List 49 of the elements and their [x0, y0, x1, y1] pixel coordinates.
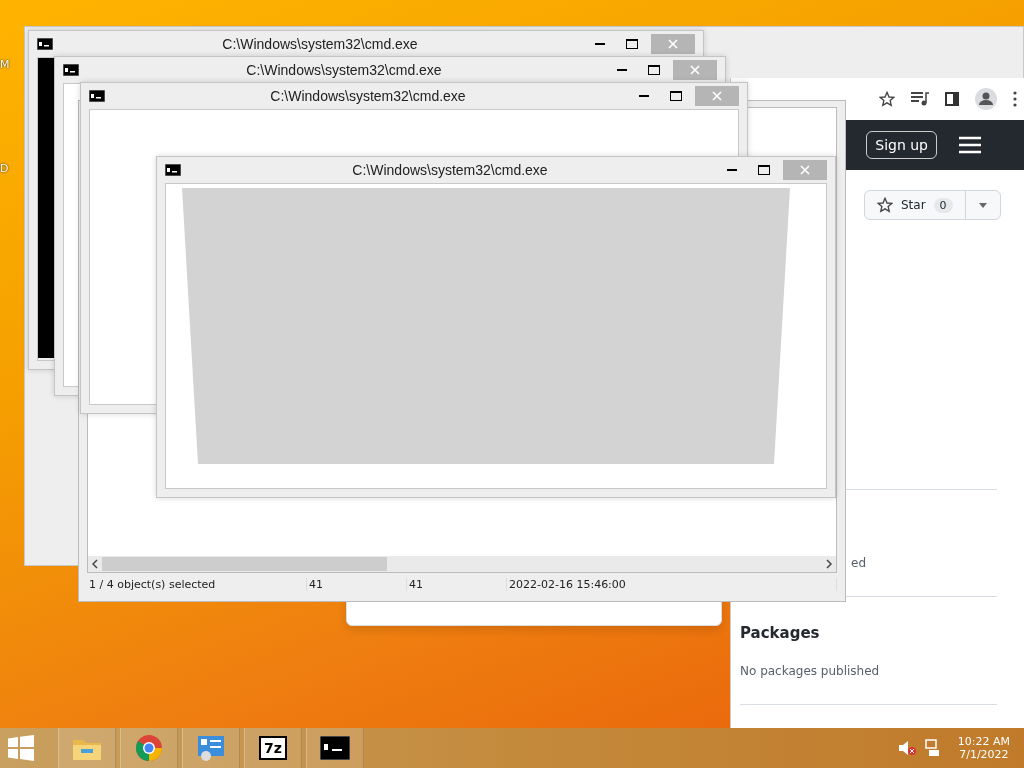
muted-speaker-icon[interactable]	[897, 740, 916, 756]
maximize-icon	[648, 65, 660, 75]
status-text: 1 / 4 object(s) selected	[87, 577, 307, 591]
console-icon	[89, 90, 105, 102]
close-icon	[690, 65, 700, 75]
section-text: No packages published	[740, 664, 880, 678]
browser-icon	[135, 734, 163, 762]
window-title: C:\Windows\system32\cmd.exe	[351, 162, 549, 178]
console-icon	[165, 164, 181, 176]
window-title: C:\Windows\system32\cmd.exe	[269, 88, 467, 104]
sign-up-button[interactable]: Sign up	[866, 131, 937, 159]
minimize-icon	[639, 94, 649, 98]
window-title: C:\Windows\system32\cmd.exe	[245, 62, 443, 78]
horizontal-scrollbar[interactable]	[88, 556, 836, 572]
scroll-left-icon[interactable]	[92, 559, 98, 569]
taskbar-app-button[interactable]: 7z	[244, 728, 302, 768]
network-icon[interactable]	[923, 739, 940, 757]
more-icon[interactable]	[1013, 91, 1017, 107]
status-text: 41	[307, 577, 407, 591]
console-icon	[63, 64, 79, 76]
start-icon[interactable]	[8, 735, 34, 761]
minimize-icon	[617, 68, 627, 72]
minimize-icon	[595, 42, 605, 46]
control-panel-icon	[196, 734, 226, 762]
taskbar-app-button[interactable]	[306, 728, 364, 768]
side-panel-icon[interactable]	[945, 92, 959, 106]
close-icon	[668, 39, 678, 49]
section-heading: Packages	[740, 624, 820, 642]
scroll-right-icon[interactable]	[826, 559, 832, 569]
caret-icon	[978, 202, 987, 208]
sidebar-text: ed	[851, 556, 866, 570]
maximize-icon	[758, 165, 770, 175]
archive-app-icon: 7z	[259, 736, 287, 760]
media-icon[interactable]	[911, 92, 929, 106]
star-icon	[877, 197, 893, 213]
close-icon	[800, 165, 810, 175]
minimize-icon	[727, 168, 737, 172]
console-icon	[37, 38, 53, 50]
status-text: 2022-02-16 15:46:00	[507, 577, 837, 591]
star-count: 0	[933, 197, 953, 213]
maximize-icon	[626, 39, 638, 49]
close-icon	[712, 91, 722, 101]
avatar-icon[interactable]	[975, 88, 997, 110]
maximize-icon	[670, 91, 682, 101]
status-text: 41	[407, 577, 507, 591]
console-icon	[320, 736, 350, 760]
menu-icon[interactable]	[959, 136, 981, 154]
star-icon[interactable]	[879, 91, 895, 107]
window-title: C:\Windows\system32\cmd.exe	[221, 36, 419, 52]
